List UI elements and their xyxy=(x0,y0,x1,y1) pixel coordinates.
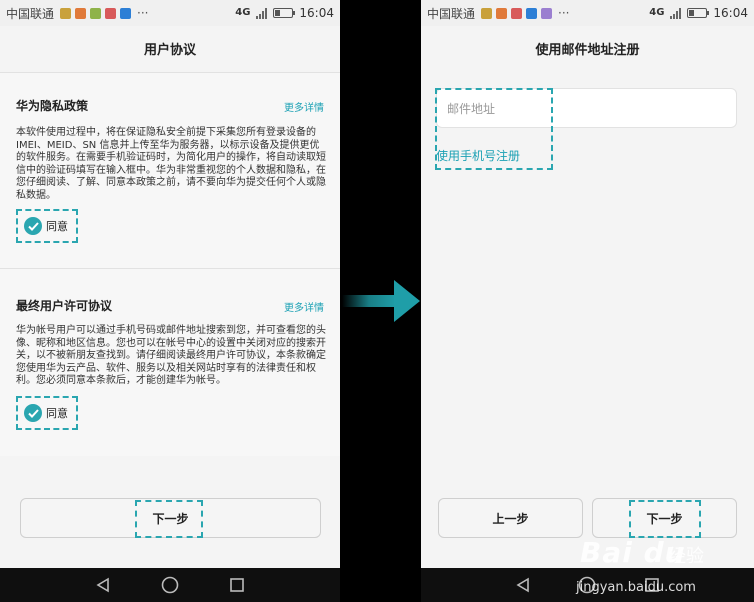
user-agreement-screen: 中国联通 ··· 4G 16:04 用户协议 华为隐私政策 更多详情 本软件使用… xyxy=(0,0,340,602)
eula-section: 最终用户许可协议 更多详情 华为帐号用户可以通过手机号码或邮件地址搜索到您，并可… xyxy=(0,268,340,456)
arrow-right-icon xyxy=(342,280,420,322)
next-button[interactable]: 下一步 xyxy=(20,498,321,538)
back-icon[interactable] xyxy=(95,577,111,593)
agree-label: 同意 xyxy=(46,407,68,420)
carrier-label: 中国联通 xyxy=(427,6,476,21)
agree-label: 同意 xyxy=(46,220,68,233)
home-icon[interactable] xyxy=(161,576,179,594)
watermark-url: jingyan.baidu.com xyxy=(576,580,696,595)
status-bar: 中国联通 ··· 4G 16:04 xyxy=(421,0,754,26)
check-icon xyxy=(24,404,42,422)
privacy-agree-checkbox[interactable]: 同意 xyxy=(16,209,78,243)
navigation-bar xyxy=(0,568,340,602)
use-phone-register-link[interactable]: 使用手机号注册 xyxy=(436,147,520,164)
privacy-section: 华为隐私政策 更多详情 本软件使用过程中，将在保证隐私安全前提下采集您所有登录设… xyxy=(0,72,340,268)
play-icon xyxy=(120,7,132,19)
app-icon xyxy=(541,7,553,19)
page-title: 用户协议 xyxy=(0,26,340,70)
gallery-icon xyxy=(496,7,508,19)
eula-more-link[interactable]: 更多详情 xyxy=(284,299,324,314)
email-register-screen: 中国联通 ··· 4G 16:04 使用邮件地址注册 邮件地址 使用手机号注册 … xyxy=(421,0,754,602)
privacy-title: 华为隐私政策 xyxy=(16,99,89,113)
eula-title: 最终用户许可协议 xyxy=(16,299,113,313)
more-notifications: ··· xyxy=(137,6,149,20)
notification-icon xyxy=(481,7,493,19)
eula-body: 华为帐号用户可以通过手机号码或邮件地址搜索到您，并可查看您的头像、昵称和地区信息… xyxy=(16,325,326,386)
app-icon xyxy=(511,7,523,19)
check-icon xyxy=(24,217,42,235)
battery-icon xyxy=(687,8,710,18)
email-input[interactable]: 邮件地址 xyxy=(436,88,737,128)
signal-icon xyxy=(256,7,268,19)
next-button[interactable]: 下一步 xyxy=(592,498,737,538)
network-type: 4G xyxy=(649,7,665,18)
signal-icon xyxy=(670,7,682,19)
notification-icon xyxy=(60,7,72,19)
gallery-icon xyxy=(75,7,87,19)
privacy-more-link[interactable]: 更多详情 xyxy=(284,99,324,114)
clock: 16:04 xyxy=(299,6,334,20)
privacy-body: 本软件使用过程中，将在保证隐私安全前提下采集您所有登录设备的 IMEI、MEID… xyxy=(16,127,326,201)
clock: 16:04 xyxy=(713,6,748,20)
network-type: 4G xyxy=(235,7,251,18)
back-icon[interactable] xyxy=(515,577,531,593)
eula-agree-checkbox[interactable]: 同意 xyxy=(16,396,78,430)
battery-icon xyxy=(273,8,296,18)
app-icon xyxy=(105,7,117,19)
baidu-watermark: Bai du 经验 jingyan.baidu.com xyxy=(576,536,754,602)
page-title: 使用邮件地址注册 xyxy=(421,26,754,70)
carrier-label: 中国联通 xyxy=(6,6,55,21)
recents-icon[interactable] xyxy=(229,577,245,593)
play-icon xyxy=(526,7,538,19)
prev-button[interactable]: 上一步 xyxy=(438,498,583,538)
status-bar: 中国联通 ··· 4G 16:04 xyxy=(0,0,340,26)
more-notifications: ··· xyxy=(558,6,570,20)
app-icon xyxy=(90,7,102,19)
watermark-jingyan: 经验 xyxy=(668,546,704,567)
